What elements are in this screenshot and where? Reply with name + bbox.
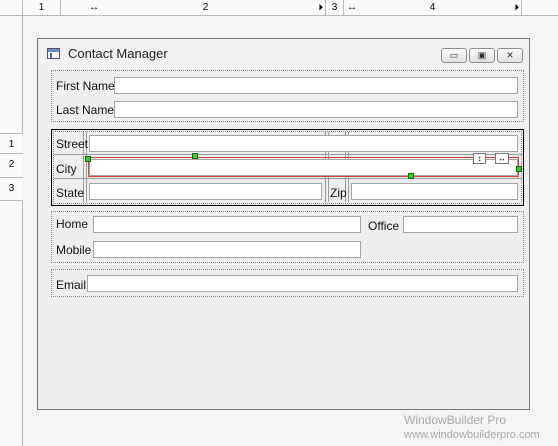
street-label: Street — [56, 137, 89, 151]
ruler-row-3[interactable]: 3 — [0, 178, 23, 201]
ruler-column-label: 4 — [429, 2, 436, 13]
state-field[interactable] — [89, 183, 322, 200]
window-title: Contact Manager — [68, 46, 168, 61]
ruler-corner — [0, 0, 23, 16]
resize-handle-top-left[interactable] — [85, 156, 91, 162]
zip-label: Zip — [330, 186, 347, 200]
home-label: Home — [56, 217, 89, 231]
name-group[interactable]: First Name Last Name — [51, 70, 524, 122]
grid-line — [54, 154, 522, 155]
window-app-icon — [47, 48, 60, 59]
ruler-column-4[interactable]: ↔ 4 ⏵ — [344, 0, 522, 16]
maximize-icon: ▣ — [477, 50, 487, 60]
street-field[interactable] — [89, 135, 518, 152]
top-ruler: 1 ↔ 2 ⏵ 3 ↔ 4 ⏵ — [0, 0, 558, 16]
ruler-column-1[interactable]: 1 — [23, 0, 61, 16]
ruler-column-label: 3 — [331, 2, 338, 13]
resize-handle-right[interactable] — [516, 166, 522, 172]
office-label: Office — [368, 219, 400, 233]
title-bar[interactable]: Contact Manager ▭ ▣ ✕ — [38, 39, 529, 67]
address-group[interactable]: Street City ↕ ↔ State Zip — [51, 129, 524, 206]
ruler-row-2[interactable]: 2 — [0, 154, 23, 178]
email-field[interactable] — [87, 275, 518, 292]
contact-manager-window[interactable]: Contact Manager ▭ ▣ ✕ First Name Last Na… — [37, 38, 530, 410]
watermark-url: www.windowbuilderpro.com — [404, 429, 540, 441]
minimize-button[interactable]: ▭ — [441, 48, 467, 63]
last-name-field[interactable] — [114, 101, 518, 118]
ruler-row-label: 1 — [8, 139, 15, 150]
grid-line — [54, 178, 522, 179]
office-field[interactable] — [403, 216, 518, 233]
phone-group[interactable]: Home Office Mobile — [51, 211, 524, 263]
city-selection-outline[interactable] — [88, 157, 519, 177]
ruler-column-label: 2 — [202, 2, 209, 13]
zip-field[interactable] — [351, 183, 518, 200]
email-group[interactable]: Email — [51, 269, 524, 297]
resize-handle-bottom[interactable] — [408, 173, 414, 179]
state-label: State — [56, 186, 85, 200]
ruler-column-2[interactable]: ↔ 2 ⏵ — [86, 0, 326, 16]
column-end-icon[interactable]: ⏵ — [318, 0, 323, 15]
first-name-field[interactable] — [114, 77, 518, 94]
left-ruler: 1 2 3 — [0, 0, 23, 446]
column-resize-icon[interactable]: ↔ — [89, 0, 99, 15]
watermark-title: WindowBuilder Pro — [404, 413, 507, 427]
close-button[interactable]: ✕ — [497, 48, 523, 63]
mobile-field[interactable] — [93, 241, 361, 258]
last-name-label: Last Name — [56, 103, 115, 117]
column-end-icon[interactable]: ⏵ — [514, 0, 519, 15]
mobile-label: Mobile — [56, 243, 92, 257]
maximize-button[interactable]: ▣ — [469, 48, 495, 63]
first-name-label: First Name — [56, 79, 115, 93]
horizontal-resize-icon[interactable]: ↔ — [495, 153, 509, 164]
ruler-column-label: 1 — [38, 2, 45, 13]
ruler-row-1[interactable]: 1 — [0, 133, 23, 154]
city-label: City — [56, 162, 77, 176]
ruler-row-label: 3 — [8, 183, 15, 194]
email-label: Email — [56, 278, 87, 292]
ruler-row-label: 2 — [8, 159, 15, 170]
ruler-column-3[interactable]: 3 — [326, 0, 344, 16]
minimize-icon: ▭ — [449, 50, 459, 60]
vertical-expand-icon[interactable]: ↕ — [473, 153, 486, 164]
column-resize-icon[interactable]: ↔ — [347, 0, 357, 15]
resize-handle-top[interactable] — [192, 153, 198, 159]
home-field[interactable] — [93, 216, 361, 233]
close-icon: ✕ — [506, 50, 514, 60]
